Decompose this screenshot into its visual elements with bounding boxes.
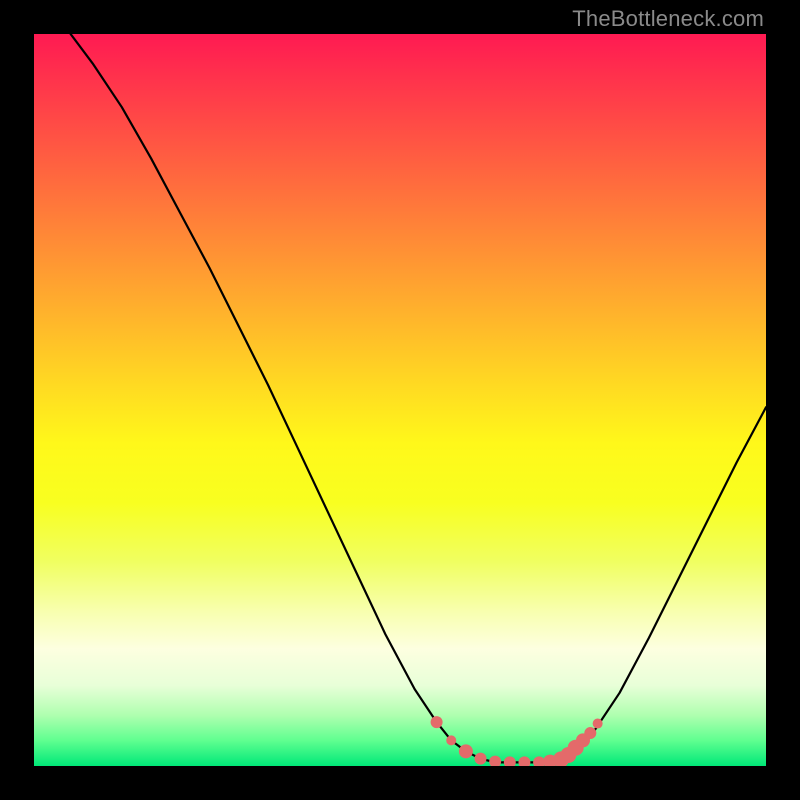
highlight-dot (518, 756, 530, 766)
highlight-dot (533, 756, 545, 766)
highlight-dot (553, 751, 569, 766)
chart-container: TheBottleneck.com (0, 0, 800, 800)
highlight-dot (576, 733, 590, 747)
highlight-dot (489, 756, 501, 766)
highlight-dot (568, 740, 584, 756)
highlight-dot (584, 727, 596, 739)
plot-area (34, 34, 766, 766)
watermark: TheBottleneck.com (572, 6, 764, 32)
highlight-dots (431, 716, 603, 766)
bottleneck-curve (71, 34, 766, 762)
highlight-dot (431, 716, 443, 728)
highlight-dot (459, 744, 473, 758)
highlight-dot (504, 756, 516, 766)
highlight-dot (560, 747, 576, 763)
highlight-dot (593, 719, 603, 729)
highlight-dot (475, 753, 487, 765)
curve-layer (34, 34, 766, 766)
highlight-dot (543, 755, 557, 766)
highlight-dot (446, 735, 456, 745)
